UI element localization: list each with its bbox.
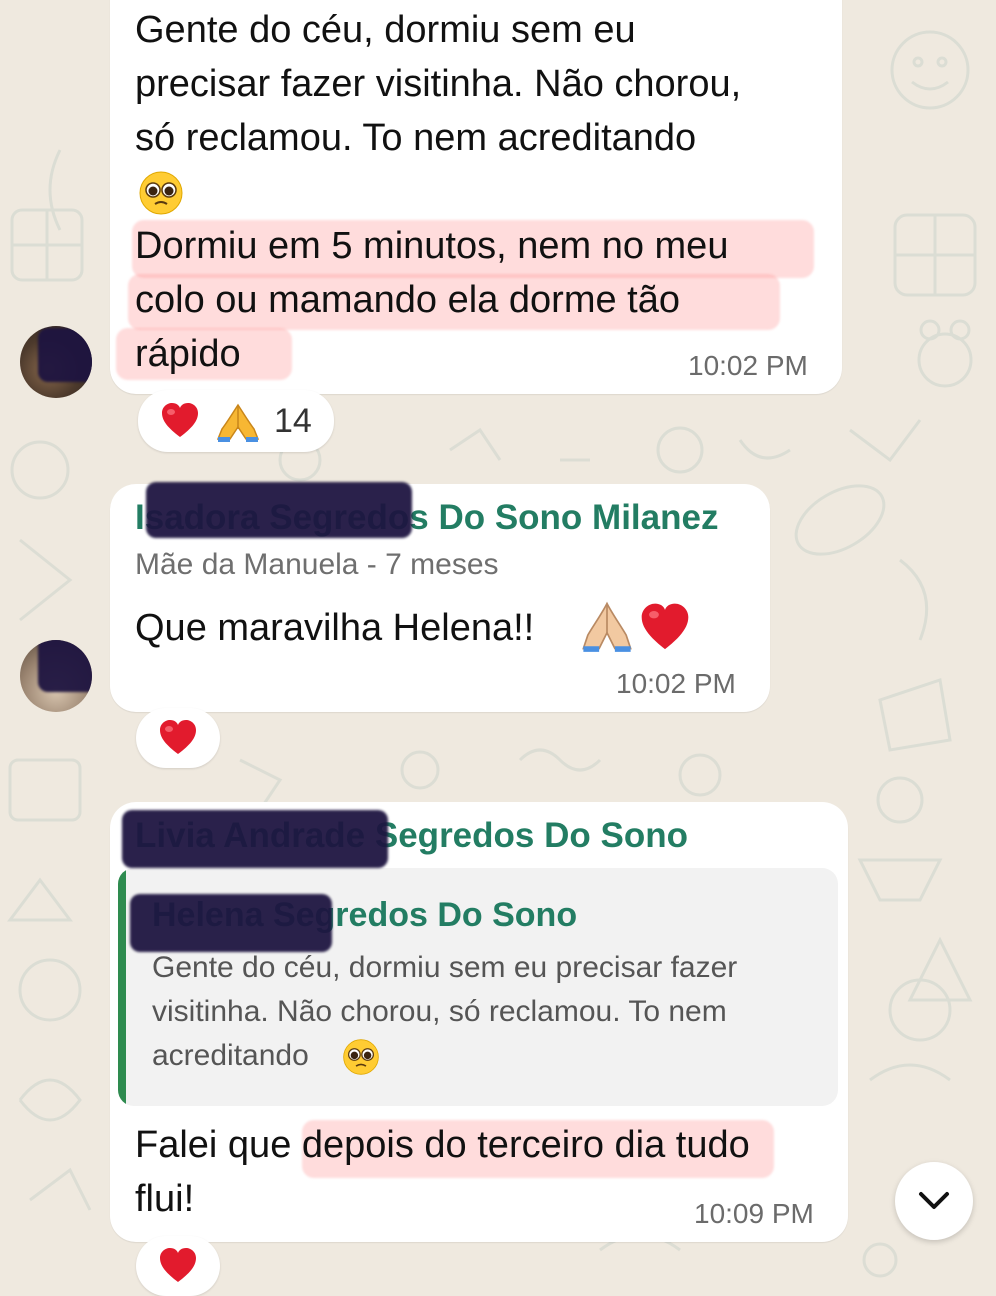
message-line: Gente do céu, dormiu sem eu: [135, 9, 636, 51]
reactions-pill[interactable]: [136, 708, 220, 768]
message-line: Falei que depois do terceiro dia tudo: [135, 1124, 750, 1166]
name-redaction: [130, 894, 332, 952]
timestamp: 10:09 PM: [694, 1198, 814, 1229]
sender-avatar[interactable]: [20, 326, 92, 398]
sender-avatar[interactable]: [20, 640, 92, 712]
heart-emoji: [641, 603, 689, 650]
message-bubble[interactable]: Livia Andrade Segredos Do Sono Helena Se…: [110, 802, 848, 1242]
sender-subtitle: Mãe da Manuela - 7 meses: [135, 548, 499, 581]
message-line: rápido: [135, 333, 241, 375]
chevron-down-icon: [919, 1192, 949, 1209]
message-line: precisar fazer visitinha. Não chorou,: [135, 63, 742, 105]
message-line: só reclamou. To nem acreditando: [135, 117, 697, 159]
scroll-to-bottom-button[interactable]: [895, 1162, 973, 1240]
name-redaction: [146, 482, 412, 538]
name-redaction: [122, 810, 388, 868]
quoted-line: visitinha. Não chorou, só reclamou. To n…: [152, 995, 727, 1028]
heart-icon: [160, 720, 196, 754]
quoted-message[interactable]: Helena Segredos Do Sono Gente do céu, do…: [118, 868, 838, 1106]
quote-accent-bar: [118, 868, 126, 1106]
reactions-pill[interactable]: 14: [138, 390, 334, 452]
reactions-pill[interactable]: [136, 1236, 220, 1296]
message-line: colo ou mamando ela dorme tão: [135, 279, 680, 321]
pleading-face-emoji: [139, 171, 183, 215]
heart-icon: [160, 1248, 196, 1282]
quoted-line: acreditando: [152, 1039, 309, 1072]
folded-hands-icon: [216, 403, 260, 442]
timestamp: 10:02 PM: [616, 668, 736, 699]
quoted-line: Gente do céu, dormiu sem eu precisar faz…: [152, 951, 738, 984]
reaction-count: 14: [274, 401, 312, 440]
message-bubble[interactable]: Isadora Segredos Do Sono Milanez Mãe da …: [110, 482, 770, 712]
folded-hands-emoji: [582, 601, 632, 652]
message-bubble[interactable]: Gente do céu, dormiu sem eu precisar faz…: [110, 0, 842, 394]
timestamp: 10:02 PM: [688, 350, 808, 381]
heart-icon: [162, 403, 198, 437]
message-line: flui!: [135, 1178, 195, 1220]
message-text: Que maravilha Helena!!: [135, 607, 535, 649]
message-line: Dormiu em 5 minutos, nem no meu: [135, 225, 729, 267]
pleading-face-emoji: [343, 1039, 379, 1075]
